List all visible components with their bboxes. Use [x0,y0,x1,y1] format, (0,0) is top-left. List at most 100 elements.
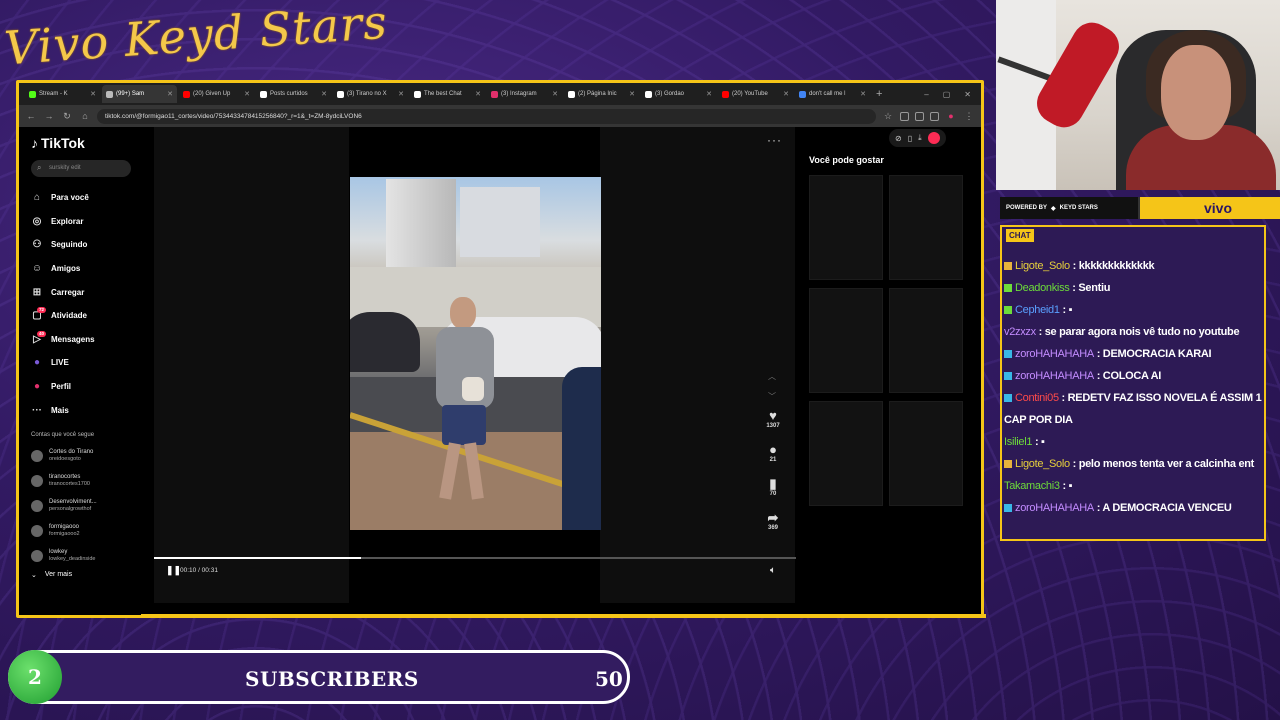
browser-tab[interactable]: don't call me l ✕ [795,85,870,103]
chat-username[interactable]: zoroHAHAHAHA [1015,502,1094,514]
back-icon[interactable]: ← [25,111,37,121]
chat-username[interactable]: Deadonkiss [1015,282,1070,294]
browser-tab[interactable]: (20) YouTube ✕ [718,85,793,103]
close-tab-icon[interactable]: ✕ [398,90,404,98]
sidebar-item-perfil[interactable]: ● Perfil [31,375,144,399]
followed-account[interactable]: Cortes do Tirano oreidoesgoto [31,444,144,469]
comment-button[interactable]: ● 21 [758,442,788,464]
maximize-icon[interactable]: ▢ [943,90,951,99]
suggested-video-thumbnail[interactable] [889,288,963,393]
followed-account[interactable]: tiranocortes tiranocortes1700 [31,469,144,494]
user-avatar[interactable] [927,132,940,144]
chat-message: Takamachi3 : ▪ [1004,480,1073,492]
chat-username[interactable]: zoroHAHAHAHA [1015,370,1094,382]
sidebar-item-live[interactable]: ● LIVE [31,351,144,375]
coins-icon[interactable]: ⊘ [895,134,902,143]
extension-icon[interactable] [930,111,939,121]
chat-username[interactable]: zoroHAHAHAHA [1015,348,1094,360]
browser-tab[interactable]: (3) Instagram ✕ [487,85,562,103]
more-icon: ··· [32,404,42,416]
vivo-logo: vivo [1203,200,1232,216]
bookmark-star-icon[interactable]: ☆ [882,111,894,122]
tiktok-logo[interactable]: ♪ TikTok [31,135,144,151]
close-tab-icon[interactable]: ✕ [629,90,635,98]
comment-icon: ● [769,442,777,457]
browser-tab[interactable]: (99+) Sam ✕ [102,85,177,103]
brand-logo: Vivo Keyd Stars [2,0,390,76]
profile-icon: ● [33,381,41,393]
chat-username[interactable]: v2zxzx [1004,326,1036,338]
close-tab-icon[interactable]: ✕ [860,90,866,98]
video-progress-bar[interactable] [154,557,796,559]
video-player[interactable]: ··· ︿ ﹀ ♥ 1307 ● 21 ▮ 70 ➦ 369 ❚❚ 00:10 … [154,127,796,603]
close-tab-icon[interactable]: ✕ [90,90,96,98]
close-tab-icon[interactable]: ✕ [552,90,558,98]
browser-tab[interactable]: (2) Página Inic ✕ [564,85,639,103]
extension-icon[interactable] [915,111,924,121]
suggested-video-thumbnail[interactable] [809,175,883,280]
suggested-video-thumbnail[interactable] [809,401,883,506]
sidebar-item-carregar[interactable]: ⊞ Carregar [31,280,144,304]
extension-icon[interactable] [900,111,909,121]
followed-account[interactable]: formigaooo formigaooo2 [31,519,144,544]
volume-icon[interactable]: 🔈︎ [770,565,776,576]
save-button[interactable]: ▮ 70 [758,477,788,498]
sidebar-item-explorar[interactable]: ◎ Explorar [31,210,144,234]
avatar [31,550,43,563]
chat-message: v2zxzx : se parar agora nois vê tudo no … [1004,326,1240,338]
close-tab-icon[interactable]: ✕ [167,90,173,98]
more-options-icon[interactable]: ··· [767,133,782,147]
browser-tab[interactable]: (3) Tirano no X ✕ [333,85,408,103]
like-button[interactable]: ♥ 1307 [758,409,788,430]
browser-tab[interactable]: (20) Given Up ✕ [179,85,254,103]
new-tab-button[interactable]: + [876,88,882,100]
download-icon[interactable]: ⤓ [918,133,922,143]
browser-tab[interactable]: Stream - K ✕ [25,85,100,103]
pause-icon[interactable]: ❚❚ [166,565,181,576]
reload-icon[interactable]: ↻ [61,111,73,122]
chat-username[interactable]: Isiliel1 [1004,436,1032,448]
suggested-video-thumbnail[interactable] [809,288,883,393]
followed-account[interactable]: Desenvolviment... personalgrowthof [31,494,144,519]
previous-video-icon[interactable]: ︿ [768,367,776,387]
home-button-icon[interactable]: ⌂ [79,111,91,121]
sidebar-item-para-voc-[interactable]: ⌂ Para você [31,186,144,210]
sidebar-item-seguindo[interactable]: ⚇ Seguindo [31,233,144,257]
close-tab-icon[interactable]: ✕ [706,90,712,98]
suggested-video-thumbnail[interactable] [889,401,963,506]
sidebar-item-atividade[interactable]: ▢ 72 Atividade [31,304,144,328]
video-frame[interactable] [350,177,601,530]
chat-username[interactable]: Cepheid1 [1015,304,1060,316]
keyd-logo-icon: ◆ [1051,205,1056,212]
profile-avatar-icon[interactable]: ● [945,111,957,121]
suggested-video-thumbnail[interactable] [889,175,963,280]
browser-tab[interactable]: The best Chat ✕ [410,85,485,103]
browser-tab[interactable]: (3) Gordao ✕ [641,85,716,103]
forward-icon[interactable]: → [43,111,55,121]
sidebar-item-mensagens[interactable]: ▷ 40 Mensagens [31,328,144,352]
close-tab-icon[interactable]: ✕ [475,90,481,98]
browser-menu-icon[interactable]: ⋮ [963,111,975,122]
close-tab-icon[interactable]: ✕ [783,90,789,98]
sidebar-item-mais[interactable]: ··· Mais [31,398,144,422]
sidebar-item-amigos[interactable]: ☺ Amigos [31,257,144,281]
device-icon[interactable]: ▯ [908,134,912,143]
tab-favicon-icon [183,90,190,98]
see-more-button[interactable]: ⌄ Ver mais [31,571,144,579]
next-video-icon[interactable]: ﹀ [768,387,776,407]
close-icon[interactable]: ✕ [964,90,971,99]
share-button[interactable]: ➦ 369 [758,511,788,532]
close-tab-icon[interactable]: ✕ [321,90,327,98]
url-input[interactable]: tiktok.com/@formigao11_cortes/video/7534… [97,108,876,124]
followed-account[interactable]: lowkey lowkey_deadinside [31,544,144,569]
browser-tab[interactable]: Posts curtidos ✕ [256,85,331,103]
chat-message: Ligote_Solo : kkkkkkkkkkkkk [1004,255,1262,277]
search-input[interactable]: ⌕ surskity edit [31,160,131,177]
chat-username[interactable]: Ligote_Solo [1015,260,1070,272]
chat-message: Cepheid1 : ▪ [1004,299,1262,321]
chat-username[interactable]: Ligote_Solo [1015,458,1070,470]
chat-username[interactable]: Takamachi3 [1004,480,1060,492]
minimize-icon[interactable]: – [924,90,928,99]
close-tab-icon[interactable]: ✕ [244,90,250,98]
chat-username[interactable]: Contini05 [1015,392,1059,404]
